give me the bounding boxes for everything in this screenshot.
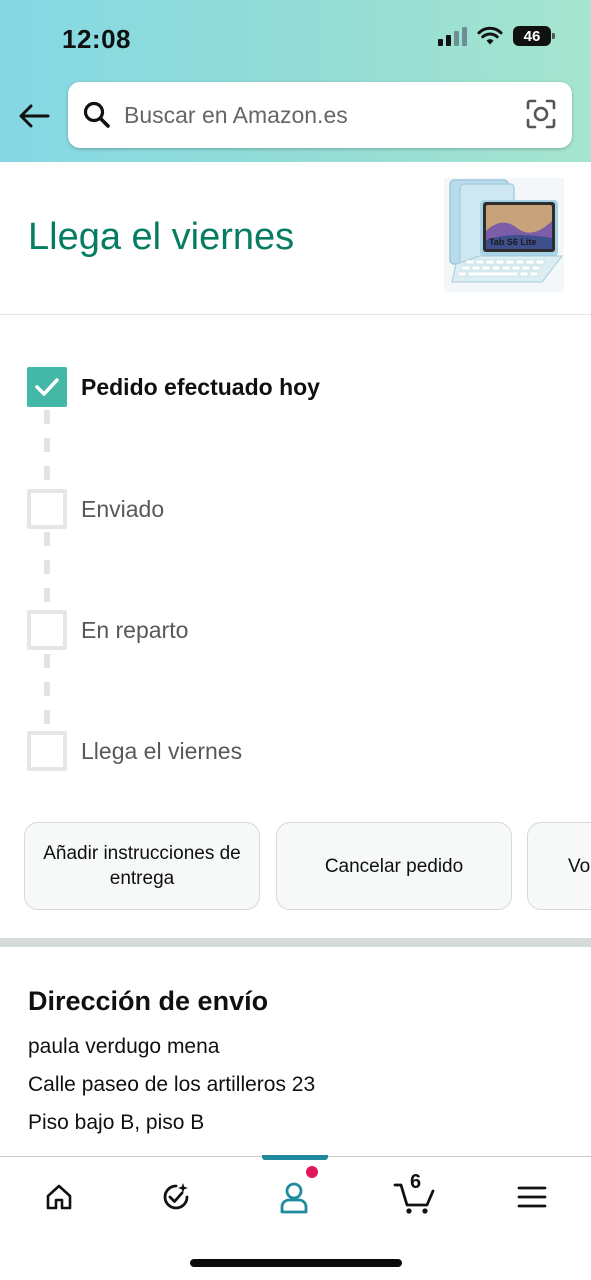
back-button[interactable] [16,98,52,134]
home-icon [46,1184,72,1210]
checkbox-empty [27,731,67,771]
shipping-address-section: Dirección de envío paula verdugo mena Ca… [28,986,568,1149]
tracker-step-label: Pedido efectuado hoy [81,373,320,400]
address-name: paula verdugo mena [28,1035,220,1058]
cancel-order-button[interactable]: Cancelar pedido [276,822,512,910]
battery-level: 46 [523,27,541,45]
nav-account[interactable] [272,1175,316,1219]
tracker-step-ordered: Pedido efectuado hoy [27,367,320,407]
tracker-step-arrives: Llega el viernes [27,731,242,771]
arrival-section: Llega el viernes Tab S6 Lite [0,162,591,315]
nav-home[interactable] [37,1175,81,1219]
search-input[interactable] [124,96,504,134]
tracker-step-label: Enviado [81,495,165,522]
nav-menu[interactable] [510,1175,554,1219]
tracker-step-label: Llega el viernes [81,737,243,764]
battery-icon: 46 [513,26,555,46]
arrival-title: Llega el viernes [28,216,295,258]
status-icons: 46 [438,26,555,46]
home-indicator[interactable] [190,1259,402,1267]
tracker-step-label: En reparto [81,616,189,643]
order-tracker: Pedido efectuado hoy Enviado En reparto … [0,316,591,806]
order-actions: Añadir instrucciones de entrega Cancelar… [24,822,591,910]
tracker-connector [44,654,50,726]
more-actions-button[interactable]: Vo [527,822,591,910]
shipping-address-heading: Dirección de envío [28,986,269,1016]
product-image-text: Tab S6 Lite [489,237,536,247]
checkbox-empty [27,610,67,650]
checkmark-icon [35,378,59,396]
section-divider [0,938,591,947]
camera-search-icon[interactable] [526,99,556,129]
tracker-step-shipped: Enviado [27,489,164,529]
back-arrow-icon [19,104,50,128]
header: 12:08 46 [0,0,591,162]
address-street: Calle paseo de los artilleros 23 [28,1073,316,1096]
address-floor: Piso bajo B, piso B [28,1111,205,1134]
add-delivery-instructions-button[interactable]: Añadir instrucciones de entrega [24,822,260,910]
checkbox-empty [27,489,67,529]
active-tab-indicator [262,1155,328,1160]
rufus-icon [163,1183,189,1210]
account-icon [280,1182,308,1214]
tracker-connector [44,532,50,604]
cart-count: 6 [410,1171,422,1193]
tracker-step-out-for-delivery: En reparto [27,610,188,650]
status-time: 12:08 [62,24,131,54]
notification-dot [306,1166,318,1178]
search-bar[interactable] [68,82,572,148]
wifi-icon [477,26,503,45]
search-icon [83,101,110,128]
checkbox-checked [27,367,67,407]
nav-rufus[interactable] [154,1175,198,1219]
menu-icon [517,1186,547,1208]
product-image[interactable]: Tab S6 Lite [442,176,566,294]
cellular-signal-icon [438,26,467,46]
tracker-connector [44,410,50,482]
